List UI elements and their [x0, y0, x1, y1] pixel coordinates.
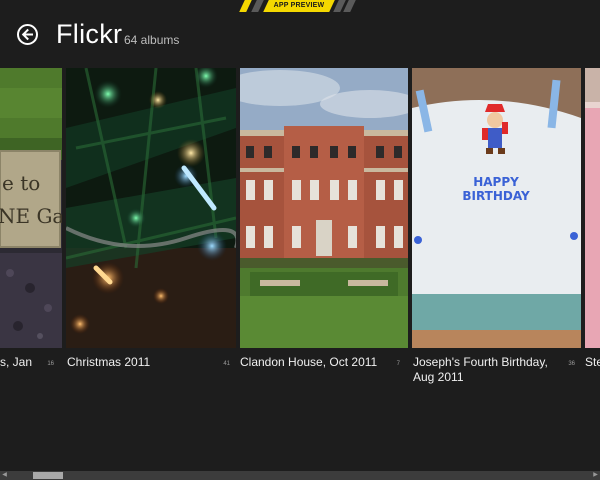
sign-text: e to [2, 171, 40, 195]
album-tile[interactable]: HAPPY BIRTHDAY [412, 68, 581, 348]
album-thumbnail [240, 68, 408, 348]
scroll-right-icon[interactable]: ▶ [591, 471, 600, 480]
scroll-left-icon[interactable]: ◀ [0, 471, 9, 480]
album-thumbnail: HAPPY BIRTHDAY [412, 68, 581, 348]
album-thumbnail [66, 68, 236, 348]
app-preview-banner: APP PREVIEW [238, 0, 356, 12]
banner-stripe [343, 0, 356, 12]
album-tile[interactable] [240, 68, 408, 348]
horizontal-scrollbar[interactable]: ◀ ▶ [0, 471, 600, 480]
album-count: 64 albums [124, 33, 180, 47]
back-arrow-icon [21, 28, 33, 41]
album-photo-count: 36 [568, 361, 575, 367]
album-tile[interactable] [66, 68, 236, 348]
album-caption: Clandon House, Oct 2011 [240, 355, 378, 369]
album-photo-count: 16 [47, 361, 54, 367]
album-caption: s, Jan [0, 355, 33, 369]
cake-text: BIRTHDAY [462, 189, 530, 203]
album-photo-count: 41 [223, 361, 230, 367]
banner-label: APP PREVIEW [273, 2, 325, 9]
album-photo-count: 7 [396, 361, 400, 367]
album-thumbnail [585, 68, 600, 348]
page-title: Flickr [56, 19, 123, 49]
cake-text: HAPPY [473, 175, 519, 189]
album-tile[interactable]: e to NE Ga [0, 68, 62, 348]
sign-text: NE Ga [0, 204, 62, 228]
album-thumbnail: e to NE Ga [0, 68, 62, 348]
scrollbar-thumb[interactable] [33, 472, 63, 479]
album-caption: Ste [585, 355, 600, 369]
album-caption: Joseph's Fourth Birthday, Aug 2011 [413, 355, 548, 384]
banner-stripe [239, 0, 252, 12]
banner-stripe [251, 0, 264, 12]
album-tile[interactable] [585, 68, 600, 348]
back-button[interactable] [17, 24, 38, 45]
album-caption: Christmas 2011 [67, 355, 151, 369]
